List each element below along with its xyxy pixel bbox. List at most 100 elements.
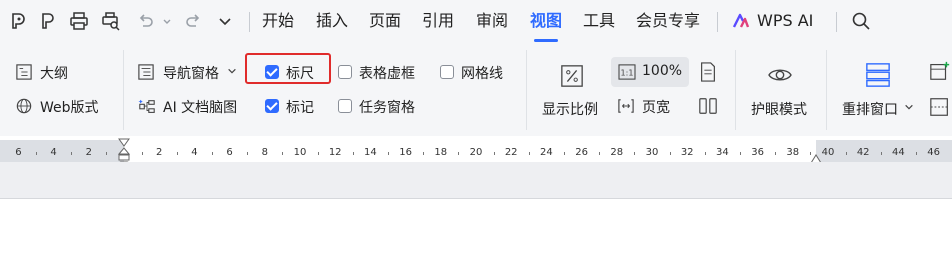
tab-insert[interactable]: 插入 bbox=[316, 10, 348, 32]
page-width-button[interactable]: 页宽 bbox=[642, 97, 670, 117]
tab-review[interactable]: 审阅 bbox=[476, 10, 508, 32]
ruler-tick-mark bbox=[212, 152, 213, 155]
task-pane-checkbox[interactable] bbox=[338, 99, 352, 113]
ruler-tick-label: 30 bbox=[645, 147, 659, 158]
menu-bar: 开始 插入 页面 引用 审阅 视图 工具 会员专享 WPS AI bbox=[0, 0, 952, 44]
ruler-tick-mark bbox=[141, 152, 143, 155]
print-preview-icon[interactable] bbox=[99, 9, 123, 33]
chevron-down-icon[interactable] bbox=[226, 65, 238, 77]
eye-protection-button[interactable]: 护眼模式 bbox=[751, 99, 807, 119]
ruler-tick-label: 6 bbox=[226, 147, 233, 158]
chevron-down-icon[interactable] bbox=[903, 101, 915, 113]
ruler-tick-mark bbox=[669, 152, 671, 155]
ruler-tick-label: 2 bbox=[85, 147, 92, 158]
ruler-tick-mark bbox=[282, 152, 284, 155]
arrange-windows-button[interactable]: 重排窗口 bbox=[842, 99, 898, 119]
tab-member[interactable]: 会员专享 bbox=[636, 10, 700, 32]
table-gridlines-label[interactable]: 表格虚框 bbox=[359, 63, 415, 83]
tab-page[interactable]: 页面 bbox=[369, 10, 401, 32]
zoom-value[interactable]: 100% bbox=[642, 63, 682, 79]
ruler-tick-mark bbox=[458, 152, 460, 155]
wps-ai-button[interactable]: WPS AI bbox=[757, 10, 813, 32]
zoom-ratio-button[interactable]: 显示比例 bbox=[542, 99, 598, 119]
document-canvas[interactable] bbox=[0, 199, 952, 277]
split-window-icon[interactable] bbox=[928, 95, 952, 119]
wps-ai-logo-icon bbox=[729, 9, 753, 33]
globe-icon bbox=[15, 97, 33, 115]
ruler-tick-mark bbox=[528, 152, 530, 155]
ribbon-divider bbox=[826, 50, 827, 130]
ruler-tick-mark bbox=[493, 152, 495, 155]
svg-text:1:1: 1:1 bbox=[621, 69, 634, 78]
ruler-tick-label: 20 bbox=[469, 147, 483, 158]
web-layout-button[interactable]: Web版式 bbox=[40, 97, 99, 117]
home-icon[interactable] bbox=[8, 9, 32, 33]
ruler-tick-label: 18 bbox=[434, 147, 448, 158]
ruler-tick-label: 46 bbox=[927, 147, 940, 158]
ruler-tick-mark bbox=[880, 152, 882, 155]
ruler-tick-label: 26 bbox=[575, 147, 588, 158]
outline-button[interactable]: 大纲 bbox=[40, 63, 68, 83]
outline-icon bbox=[15, 63, 33, 81]
ruler-tick-mark bbox=[423, 152, 425, 155]
table-gridlines-checkbox[interactable] bbox=[338, 65, 352, 79]
ruler-tick-label: 42 bbox=[856, 147, 870, 158]
document-top-area bbox=[0, 162, 952, 199]
zoom-ratio-icon bbox=[559, 63, 585, 89]
ruler-tick-mark bbox=[564, 152, 565, 155]
menu-separator bbox=[717, 12, 718, 32]
ribbon-divider bbox=[123, 50, 124, 130]
menu-separator bbox=[249, 12, 250, 32]
ruler-tick-label: 4 bbox=[50, 147, 57, 158]
ruler-tick-mark bbox=[176, 152, 178, 155]
markup-label[interactable]: 标记 bbox=[286, 97, 314, 117]
tab-tools[interactable]: 工具 bbox=[583, 10, 615, 32]
eye-icon bbox=[766, 63, 794, 87]
one-to-one-icon: 1:1 bbox=[617, 63, 637, 81]
ruler-tick-label: 44 bbox=[892, 147, 905, 158]
ruler-tick-label: 40 bbox=[821, 147, 835, 158]
ruler-tick-label: 32 bbox=[680, 147, 694, 158]
redo-icon[interactable] bbox=[181, 9, 205, 33]
ruler-tick-label: 4 bbox=[191, 147, 198, 158]
print-icon[interactable] bbox=[67, 9, 91, 33]
more-dropdown-icon[interactable] bbox=[213, 9, 237, 33]
tab-start[interactable]: 开始 bbox=[262, 10, 294, 32]
search-icon[interactable] bbox=[849, 9, 873, 33]
markup-checkbox[interactable] bbox=[265, 99, 279, 113]
mindmap-icon bbox=[137, 97, 157, 117]
new-window-icon[interactable] bbox=[928, 59, 952, 83]
ruler-tick-label: 12 bbox=[328, 147, 342, 158]
ruler-tick-label: 14 bbox=[364, 147, 377, 158]
spellcheck-icon[interactable] bbox=[36, 9, 60, 33]
ribbon-view: 大纲 Web版式 导航窗格 AI 文档脑图 标尺 标记 表格虚框 任务窗格 网格… bbox=[0, 44, 952, 136]
ruler-tick-mark bbox=[388, 152, 389, 155]
single-page-icon[interactable] bbox=[697, 61, 719, 83]
ruler-tick-mark bbox=[740, 152, 741, 155]
gridlines-checkbox[interactable] bbox=[440, 65, 454, 79]
tab-reference[interactable]: 引用 bbox=[422, 10, 454, 32]
ruler-tick-mark bbox=[916, 152, 917, 155]
multi-page-icon[interactable] bbox=[697, 95, 719, 117]
ruler-tick-label: 2 bbox=[156, 147, 163, 158]
ribbon-divider bbox=[735, 50, 736, 130]
task-pane-label[interactable]: 任务窗格 bbox=[359, 97, 415, 117]
tab-view[interactable]: 视图 bbox=[530, 10, 562, 42]
ruler-tick-label: 34 bbox=[716, 147, 729, 158]
arrange-windows-icon bbox=[864, 61, 892, 89]
ruler-tick-mark bbox=[599, 152, 601, 155]
ruler-tick-mark bbox=[317, 152, 319, 155]
ruler-tick-label: 10 bbox=[293, 147, 307, 158]
ruler-tick-mark bbox=[845, 152, 847, 155]
undo-dropdown-icon[interactable] bbox=[155, 9, 179, 33]
ruler-tick-mark bbox=[352, 152, 354, 155]
ruler-tick-mark bbox=[704, 152, 706, 155]
ruler-tick-label: 36 bbox=[751, 147, 764, 158]
ruler-tick-mark bbox=[247, 152, 249, 155]
gridlines-label[interactable]: 网格线 bbox=[461, 63, 503, 83]
ruler-tick-mark bbox=[36, 152, 37, 155]
ruler-tick-label: 28 bbox=[610, 147, 624, 158]
ai-mindmap-button[interactable]: AI 文档脑图 bbox=[163, 97, 237, 117]
menu-separator bbox=[836, 12, 837, 32]
navigation-pane-button[interactable]: 导航窗格 bbox=[163, 63, 219, 83]
